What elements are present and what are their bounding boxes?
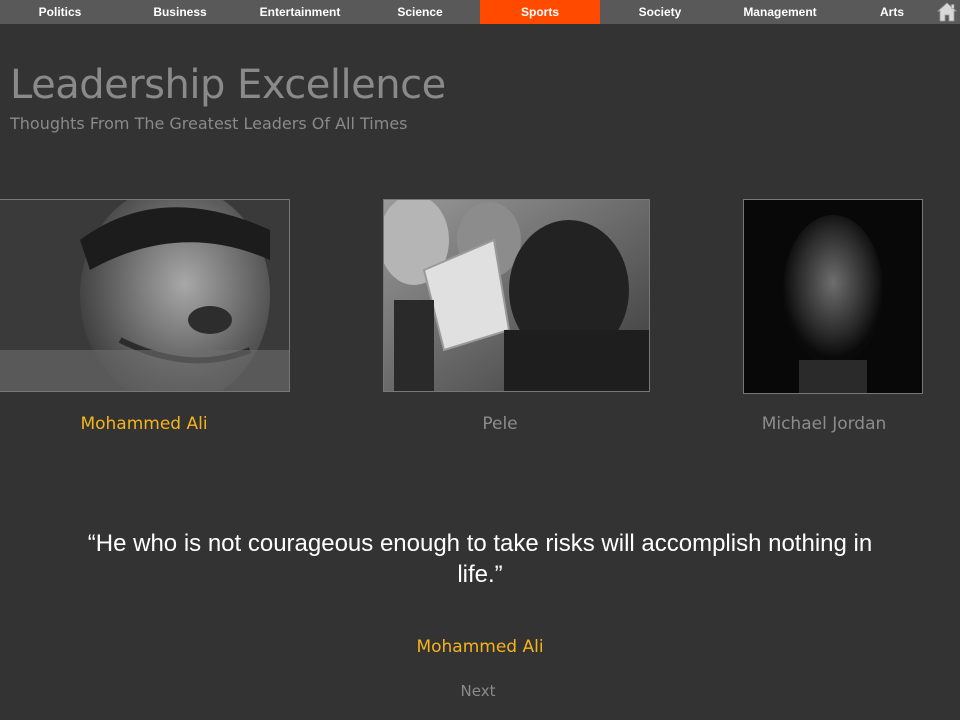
home-icon [936, 2, 958, 22]
nav-item-science[interactable]: Science [360, 0, 480, 24]
leader-name-pele[interactable]: Pele [450, 414, 550, 434]
home-button[interactable] [936, 1, 958, 23]
leader-photo-mohammed-ali[interactable] [0, 199, 290, 392]
nav-item-business[interactable]: Business [120, 0, 240, 24]
nav-item-politics[interactable]: Politics [0, 0, 120, 24]
leader-photo-michael-jordan[interactable] [743, 199, 923, 394]
page-title: Leadership Excellence [10, 62, 446, 108]
nav-item-arts[interactable]: Arts [840, 0, 944, 24]
leader-name-mohammed-ali[interactable]: Mohammed Ali [60, 414, 228, 434]
top-nav: Politics Business Entertainment Science … [0, 0, 960, 24]
quote-author: Mohammed Ali [416, 637, 544, 657]
leader-photo-pele[interactable] [383, 199, 650, 392]
quote-text: “He who is not courageous enough to take… [87, 530, 873, 588]
nav-item-management[interactable]: Management [720, 0, 840, 24]
nav-item-society[interactable]: Society [600, 0, 720, 24]
nav-item-sports[interactable]: Sports [480, 0, 600, 24]
page-subtitle: Thoughts From The Greatest Leaders Of Al… [10, 114, 408, 133]
next-button[interactable]: Next [428, 682, 528, 700]
leader-name-michael-jordan[interactable]: Michael Jordan [744, 414, 904, 434]
nav-item-entertainment[interactable]: Entertainment [240, 0, 360, 24]
